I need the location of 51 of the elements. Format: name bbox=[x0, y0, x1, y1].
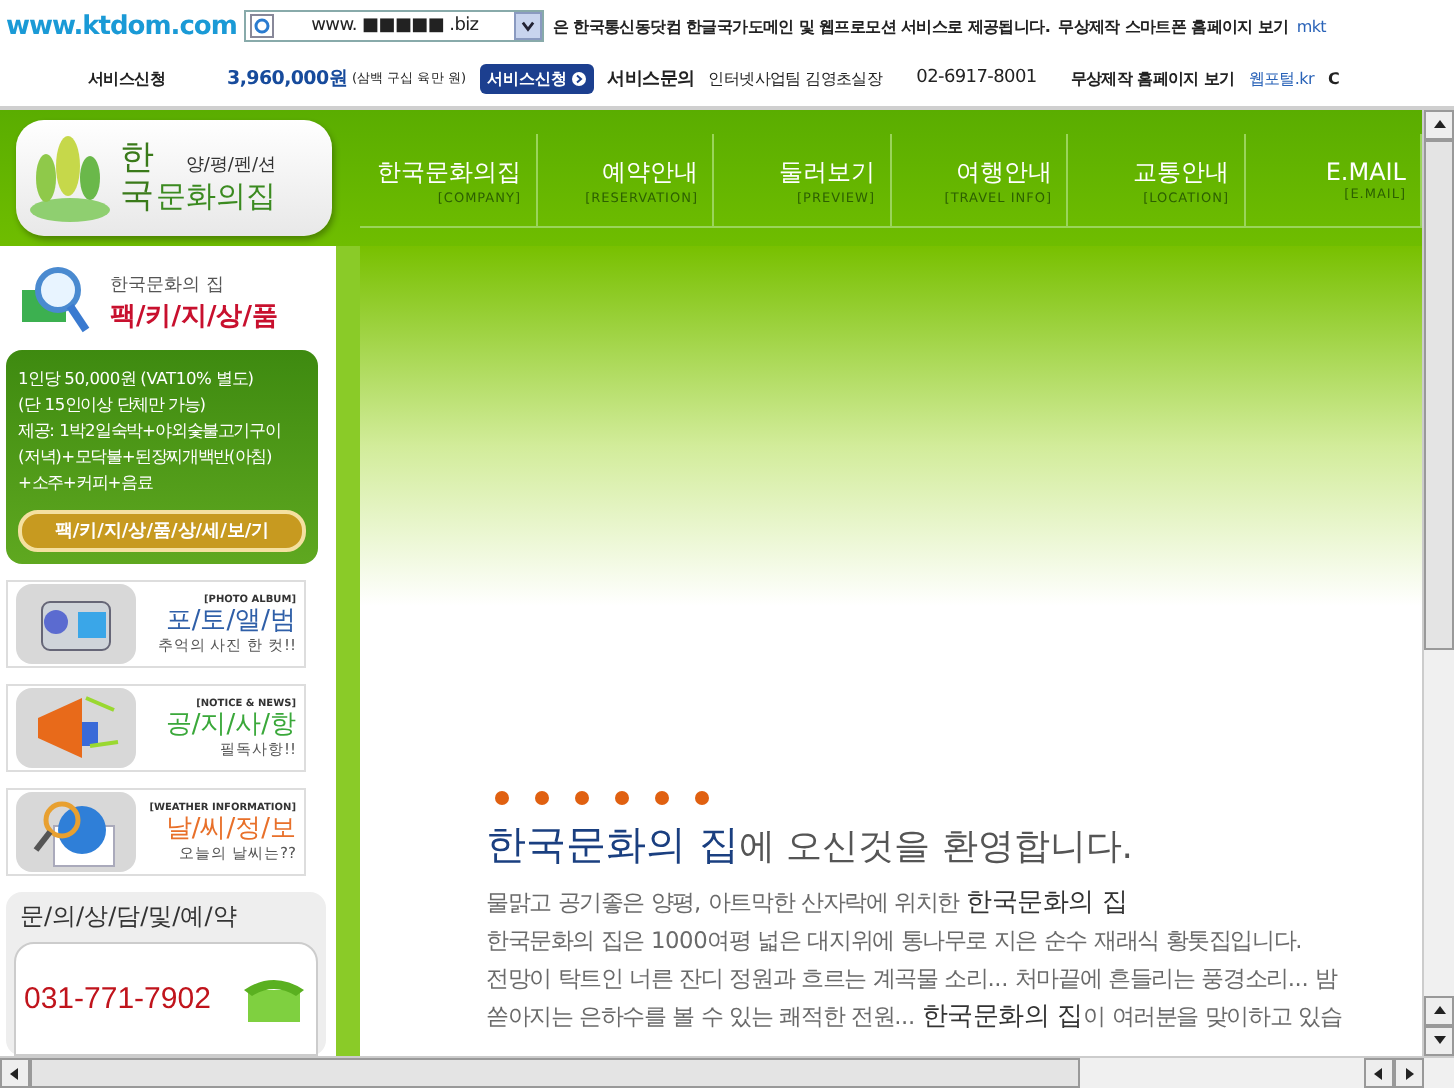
apply-button[interactable]: 서비스신청 bbox=[479, 63, 594, 93]
domain-field[interactable]: www. ■■■■■ .biz bbox=[244, 10, 545, 42]
package-detail: +소주+커피+음료 bbox=[18, 472, 155, 494]
scroll-thumb[interactable] bbox=[30, 1058, 1080, 1088]
service-label: 서비스신청 bbox=[88, 67, 166, 89]
price-text: 3,960,000원 bbox=[227, 65, 349, 91]
card-title: 공/지/사/항 bbox=[165, 709, 296, 739]
package-detail: 1인당 50,000원 (VAT10% 별도) bbox=[18, 368, 256, 390]
intro-text: 한국문화의 집은 1000여평 넓은 대지위에 통나무로 지은 순수 재래식 황톳집입니다. bbox=[486, 924, 1304, 958]
site-logo: www.ktdom.com bbox=[6, 11, 237, 41]
site-link[interactable]: mkt bbox=[1296, 17, 1326, 35]
phone-number: 02-6917-8001 bbox=[916, 68, 1037, 88]
left-arrow-icon bbox=[1370, 1064, 1388, 1082]
card-title: 포/토/앨/범 bbox=[165, 605, 296, 635]
scroll-right-button[interactable] bbox=[1394, 1058, 1424, 1088]
package-detail: 제공: 1박2일숙박+야외숯불고기구이 bbox=[18, 420, 283, 442]
package-detail: (단 15인이상 단체만 가능) bbox=[18, 394, 208, 416]
package-title: 팩/키/지/상/품 bbox=[110, 299, 278, 333]
scroll-up-button[interactable] bbox=[1424, 110, 1454, 140]
logo-text: 문화의집 bbox=[156, 177, 276, 216]
welcome-heading: 한국문화의 집에 오신것을 환영합니다. bbox=[486, 818, 1136, 872]
package-subtitle: 한국문화의 집 bbox=[110, 273, 226, 297]
trees-icon bbox=[28, 134, 112, 222]
page-icon bbox=[250, 14, 275, 38]
left-arrow-icon bbox=[6, 1064, 24, 1082]
intro-text: 전망이 탁트인 너른 잔디 정원과 흐르는 계곡물 소리... 처마끝에 흔들리는 풍경소리... 밤 bbox=[486, 962, 1340, 996]
phone-number: 031-771-7902 bbox=[24, 982, 211, 1016]
contact-person: 인터넷사업팀 김영초실장 bbox=[708, 67, 883, 89]
homepage-link[interactable]: 무상제작 홈페이지 보기 bbox=[1070, 67, 1235, 89]
contact-title: 문/의/상/담/및/예/약 bbox=[18, 900, 239, 934]
scroll-down-button[interactable] bbox=[1424, 1026, 1454, 1056]
scroll-left-button[interactable] bbox=[1364, 1058, 1394, 1088]
up-arrow-icon bbox=[1430, 116, 1448, 134]
scroll-left-button[interactable] bbox=[0, 1058, 30, 1088]
up-arrow-icon bbox=[1430, 1002, 1448, 1020]
intro-text: 물맑고 공기좋은 양평, 아트막한 산자락에 위치한 한국문화의 집 bbox=[486, 886, 1130, 922]
scroll-up-button[interactable] bbox=[1424, 996, 1454, 1026]
right-arrow-icon bbox=[1400, 1064, 1418, 1082]
card-title: 날/씨/정/보 bbox=[165, 813, 296, 843]
arrow-circle-icon bbox=[571, 71, 586, 85]
tagline-text: 은 한국통신동닷컴 한글국가도메인 및 웹프로모션 서비스로 제공됩니다. bbox=[552, 15, 1051, 37]
inquiry-label: 서비스문의 bbox=[607, 67, 695, 91]
smartphone-link[interactable]: 무상제작 스마트폰 홈페이지 보기 bbox=[1058, 15, 1289, 37]
portal-link[interactable]: 웹포털.kr bbox=[1248, 67, 1314, 89]
dropdown-icon[interactable] bbox=[514, 12, 543, 40]
package-detail: (저녁)+모닥불+된장찌개백반(아침) bbox=[18, 446, 275, 468]
logo-text: 한국 bbox=[120, 140, 154, 216]
logo-tagline: 양/평/펜/션 bbox=[185, 153, 276, 178]
cut-text: C bbox=[1327, 69, 1340, 87]
scroll-thumb[interactable] bbox=[1424, 140, 1454, 650]
intro-text: 쏟아지는 은하수를 볼 수 있는 쾌적한 전원... 한국문화의 집이 여러분을 맞이하고 있습 bbox=[486, 1000, 1344, 1036]
